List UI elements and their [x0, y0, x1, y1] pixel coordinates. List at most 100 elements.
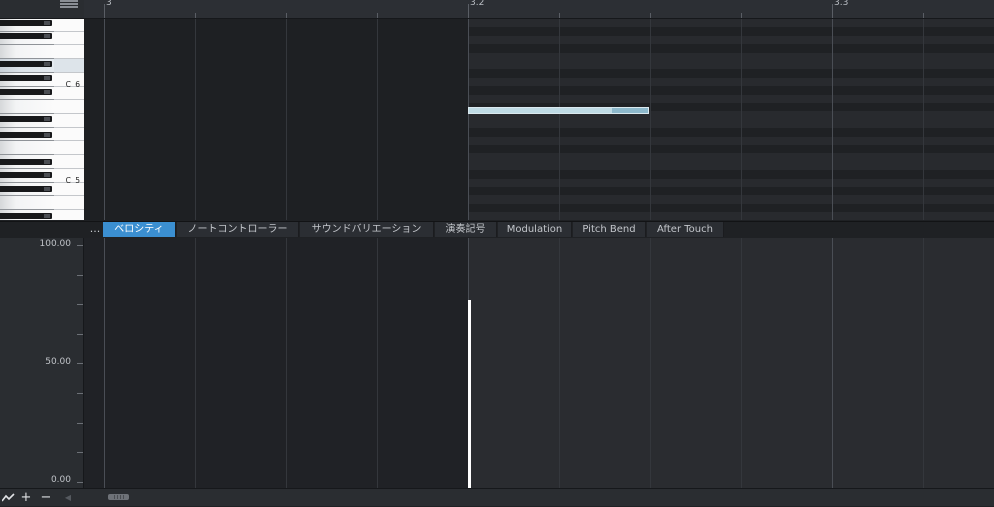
scale-tick [77, 333, 83, 335]
black-key[interactable] [0, 89, 52, 95]
white-key-extension[interactable] [54, 113, 84, 128]
black-key[interactable] [0, 132, 52, 138]
scale-tick [77, 481, 83, 483]
scale-tick [77, 363, 83, 365]
bar-line [832, 19, 833, 220]
ruler-beat-tick [741, 13, 742, 18]
scrollbar-grip [117, 495, 118, 499]
lane-inactive-region [84, 238, 468, 488]
black-key[interactable] [0, 20, 52, 26]
beat-line [923, 19, 924, 220]
bar-line [832, 238, 833, 488]
white-key[interactable] [0, 100, 54, 114]
white-key-extension[interactable] [54, 45, 84, 60]
ruler-beat-tick [559, 13, 560, 18]
pitch-lane [468, 212, 994, 220]
bar-line [468, 19, 469, 220]
white-key-extension[interactable] [54, 196, 84, 210]
scrollbar-grip [123, 495, 124, 499]
beat-line [559, 19, 560, 220]
scale-tick [77, 274, 83, 276]
bottom-toolbar: + − ◀ [0, 488, 994, 506]
tab-bar-spacer [0, 221, 84, 238]
midi-note[interactable] [468, 107, 649, 114]
note-grid[interactable] [84, 19, 994, 220]
note-label-c6: C 6 [65, 80, 81, 89]
tab-modulation[interactable]: Modulation [498, 222, 572, 237]
ruler-beat-tick [195, 13, 196, 18]
ruler-marks: 3 3.2 3.3 [0, 0, 994, 18]
white-key-extension[interactable] [54, 59, 84, 73]
black-key[interactable] [0, 213, 52, 219]
black-key[interactable] [0, 116, 52, 122]
ruler-label: 3.2 [470, 0, 485, 8]
beat-line [377, 238, 378, 488]
ruler-beat-tick [286, 13, 287, 18]
black-key[interactable] [0, 186, 52, 192]
tab-articulation[interactable]: 演奏記号 [435, 222, 497, 237]
scale-tick [77, 304, 83, 306]
ruler-beat-tick [377, 13, 378, 18]
scrollbar-grip [114, 495, 115, 499]
beat-line [286, 19, 287, 220]
scale-label-max: 100.00 [39, 239, 72, 249]
black-key[interactable] [0, 75, 52, 81]
tab-note-controller[interactable]: ノートコントローラー [177, 222, 299, 237]
minus-icon[interactable]: − [39, 489, 53, 506]
beat-line [650, 19, 651, 220]
triangle-left-icon[interactable]: ◀ [62, 489, 74, 506]
beat-line [195, 19, 196, 220]
bar-line [104, 238, 105, 488]
scale-label-mid: 50.00 [45, 357, 71, 367]
tab-sound-variation[interactable]: サウンドバリエーション [300, 222, 434, 237]
beat-line [741, 238, 742, 488]
white-key-extension[interactable] [54, 155, 84, 169]
piano-keyboard[interactable]: C 6 C 5 [0, 19, 84, 220]
note-velocity-indicator [612, 108, 648, 113]
ruler-bar-tick [104, 4, 105, 18]
scale-label-min: 0.00 [50, 475, 71, 485]
grid-inactive-region [84, 19, 468, 220]
more-tabs-button[interactable]: ... [88, 221, 102, 237]
scale-tick [77, 245, 83, 246]
white-key-extension[interactable] [54, 100, 84, 114]
beat-line [923, 238, 924, 488]
black-key[interactable] [0, 33, 52, 39]
ruler-label: 3.3 [834, 0, 849, 8]
note-label-c5: C 5 [65, 176, 81, 185]
velocity-bar[interactable] [468, 300, 471, 488]
scale-tick [77, 422, 83, 424]
white-key[interactable] [0, 141, 54, 156]
ruler-beat-tick [923, 13, 924, 18]
white-key[interactable] [0, 196, 54, 210]
beat-line [195, 238, 196, 488]
black-key[interactable] [0, 61, 52, 67]
scale-tick [77, 393, 83, 394]
bar-line [104, 19, 105, 220]
white-key-extension[interactable] [54, 209, 84, 220]
white-key-extension[interactable] [54, 31, 84, 46]
plus-icon[interactable]: + [19, 489, 33, 506]
white-key-extension[interactable] [54, 19, 84, 32]
beat-line [650, 238, 651, 488]
beat-line [377, 19, 378, 220]
black-key[interactable] [0, 172, 52, 178]
white-key-extension[interactable] [54, 127, 84, 142]
ruler-bar-tick [468, 4, 469, 18]
beat-line [741, 19, 742, 220]
tab-velocity[interactable]: ベロシティ [103, 222, 176, 237]
velocity-lane[interactable] [84, 238, 994, 488]
tab-pitch-bend[interactable]: Pitch Bend [573, 222, 646, 237]
white-key[interactable] [0, 45, 54, 60]
black-key[interactable] [0, 159, 52, 165]
ruler-beat-tick [650, 13, 651, 18]
horizontal-scrollbar-thumb[interactable] [108, 494, 129, 500]
beat-line [286, 238, 287, 488]
tab-after-touch[interactable]: After Touch [647, 222, 724, 237]
scrollbar-grip [120, 495, 121, 499]
scale-tick [77, 452, 83, 454]
white-key-extension[interactable] [54, 141, 84, 156]
ruler-bar-tick [832, 4, 833, 18]
automation-line-icon[interactable] [0, 489, 15, 506]
velocity-scale: 100.00 50.00 0.00 [0, 238, 84, 488]
